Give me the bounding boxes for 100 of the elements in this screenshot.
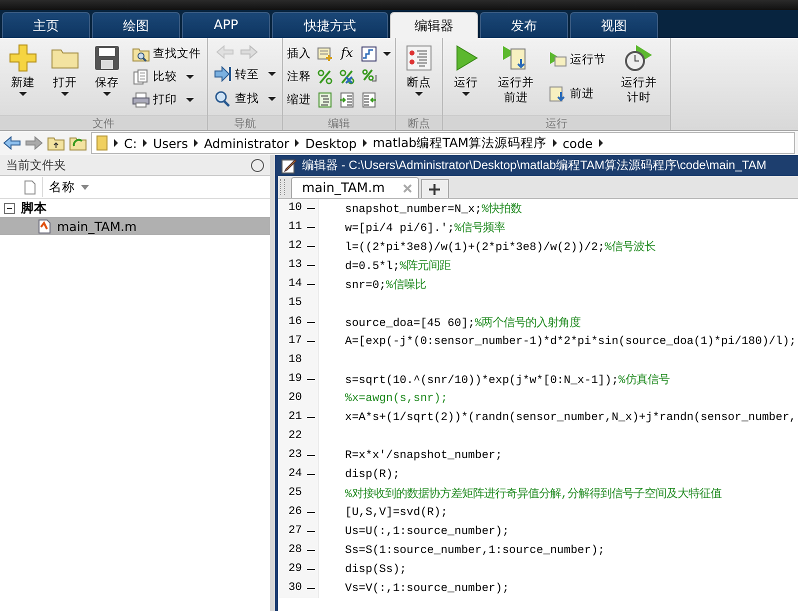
- button-label: 比较: [153, 69, 177, 84]
- matrix-icon[interactable]: [361, 46, 377, 62]
- code-text: Us=U(:,1:source_number);: [345, 526, 510, 538]
- code-text: Ss=S(1:source_number,1:source_number);: [345, 544, 605, 556]
- path-arrow-icon[interactable]: [362, 139, 367, 147]
- stopwatch-play-icon: [624, 43, 654, 73]
- ribbon-button[interactable]: 打印: [130, 90, 203, 108]
- ribbon-button[interactable]: 前进: [547, 84, 608, 103]
- ribbon-button[interactable]: 转至: [212, 65, 278, 84]
- code-text: l=((2*pi*3e8)/w(1)+(2*pi*3e8)/w(2))/2;: [345, 242, 605, 254]
- button-label: 断点: [407, 75, 431, 90]
- button-label: 运行节: [570, 52, 606, 67]
- path-arrow-icon[interactable]: [114, 139, 118, 147]
- ribbon-tab[interactable]: 发布: [480, 12, 568, 38]
- file-tab[interactable]: main_TAM.m: [291, 177, 419, 198]
- uncomment-icon[interactable]: [339, 68, 355, 84]
- ribbon-button[interactable]: 查找: [212, 90, 278, 108]
- path-arrow-icon[interactable]: [552, 139, 557, 147]
- line-number: 20: [278, 389, 304, 408]
- code-text: Vs=V(:,1:source_number);: [345, 582, 510, 594]
- code-text: x=A*s+(1/sqrt(2))*(randn(sensor_number,N_x)+j*randn(sensor_number,: [345, 412, 796, 424]
- path-segment[interactable]: code: [562, 136, 593, 150]
- code-comment: %信号频率: [454, 223, 506, 235]
- group-label: 文件: [0, 115, 207, 130]
- dropdown-caret-icon[interactable]: [19, 92, 27, 96]
- code-comment: %快拍数: [482, 204, 522, 216]
- panel-menu-icon[interactable]: [251, 158, 264, 172]
- code-text: disp(Ss);: [345, 564, 407, 576]
- line-number: 12: [278, 237, 304, 256]
- dropdown-caret-icon[interactable]: [268, 96, 276, 101]
- ribbon-button[interactable]: 查找文件: [130, 44, 203, 62]
- line-number: 11: [278, 218, 304, 237]
- file-name: main_TAM.m: [57, 218, 137, 234]
- path-segment[interactable]: Desktop: [305, 136, 357, 150]
- line-number: 18: [278, 351, 304, 370]
- path-arrow-icon[interactable]: [598, 139, 603, 147]
- dropdown-caret-icon[interactable]: [61, 92, 69, 96]
- ribbon-tab[interactable]: 快捷方式: [272, 12, 388, 38]
- path-arrow-icon[interactable]: [142, 139, 147, 147]
- comment-percent-icon[interactable]: [317, 68, 333, 84]
- ribbon-tab[interactable]: APP: [182, 12, 270, 38]
- button-label: 查找: [235, 91, 259, 106]
- ribbon-tab[interactable]: 编辑器: [390, 12, 478, 38]
- line-number: 16: [278, 313, 304, 332]
- smart-indent-icon[interactable]: [317, 92, 333, 108]
- code-text: disp(R);: [345, 468, 400, 480]
- dropdown-caret-icon[interactable]: [462, 92, 470, 96]
- ribbon-button[interactable]: 运行节: [547, 50, 608, 68]
- group-label: 运行: [443, 115, 670, 130]
- ribbon-button[interactable]: 比较: [130, 68, 203, 86]
- ribbon-button[interactable]: 打开: [46, 40, 84, 115]
- line-number: 28: [278, 541, 304, 560]
- printer-icon: [132, 92, 150, 108]
- increase-indent-icon[interactable]: [339, 92, 355, 108]
- tab-label: main_TAM.m: [302, 180, 385, 196]
- line-number: 26: [278, 503, 304, 522]
- ribbon-tab[interactable]: 视图: [570, 12, 658, 38]
- dropdown-caret-icon[interactable]: [103, 92, 111, 96]
- dropdown-caret-icon[interactable]: [268, 72, 276, 76]
- ribbon-button[interactable]: 运行并前进: [489, 40, 543, 115]
- code-text: w=[pi/4 pi/6].';: [345, 223, 454, 235]
- ribbon-tab[interactable]: 主页: [2, 12, 90, 38]
- path-segment[interactable]: Users: [152, 136, 188, 150]
- compare-documents-icon: [132, 68, 150, 84]
- path-arrow-icon[interactable]: [194, 139, 198, 147]
- code-text: snapshot_number=N_x;: [345, 204, 482, 216]
- dropdown-caret-icon[interactable]: [186, 74, 194, 78]
- group-label: 导航: [208, 115, 282, 130]
- new-tab-button[interactable]: [420, 179, 449, 198]
- code-comment: %x=awgn(s,snr);: [345, 392, 448, 404]
- path-segment[interactable]: C:: [124, 136, 137, 150]
- up-folder-icon[interactable]: [47, 135, 65, 151]
- ribbon-button[interactable]: 断点: [400, 40, 438, 115]
- decrease-indent-icon[interactable]: [361, 92, 377, 108]
- dropdown-caret-icon[interactable]: [415, 92, 423, 96]
- code-text: A=[exp(-j*(0:sensor_number-1)*d*2*pi*sin(source_doa(1)*pi/180)/l);: [345, 336, 796, 348]
- ribbon-button[interactable]: 新建: [4, 40, 42, 115]
- column-header[interactable]: 名称: [0, 176, 270, 199]
- plus-icon: [8, 43, 38, 73]
- path-arrow-icon[interactable]: [295, 139, 300, 147]
- file-item[interactable]: main_TAM.m: [0, 217, 270, 235]
- button-label: 新建: [11, 75, 35, 90]
- path-segment[interactable]: Administrator: [204, 136, 290, 150]
- ribbon-tab[interactable]: 绘图: [92, 12, 180, 38]
- ribbon-button[interactable]: 保存: [88, 40, 126, 115]
- insert-section-icon[interactable]: [317, 46, 333, 62]
- ribbon-button[interactable]: 运行并计时: [612, 40, 666, 115]
- ribbon-button[interactable]: 运行: [447, 40, 485, 115]
- collapse-icon[interactable]: [4, 202, 15, 214]
- function-button[interactable]: fx: [339, 46, 355, 61]
- goto-arrow-icon: [214, 66, 232, 82]
- path-segment[interactable]: matlab编程TAM算法源码程序: [372, 134, 547, 152]
- address-bar[interactable]: C: Users Administrator Desktop matlab编程TAM算法源码程序 code: [91, 132, 795, 154]
- wrap-comments-icon[interactable]: [361, 68, 377, 84]
- code-text: snr=0;: [345, 280, 386, 292]
- tree-group[interactable]: 脚本: [21, 200, 47, 216]
- dropdown-caret-icon[interactable]: [186, 98, 194, 102]
- back-arrow-icon[interactable]: [3, 136, 21, 150]
- dropdown-caret-icon[interactable]: [383, 52, 391, 56]
- line-number: 23: [278, 446, 304, 465]
